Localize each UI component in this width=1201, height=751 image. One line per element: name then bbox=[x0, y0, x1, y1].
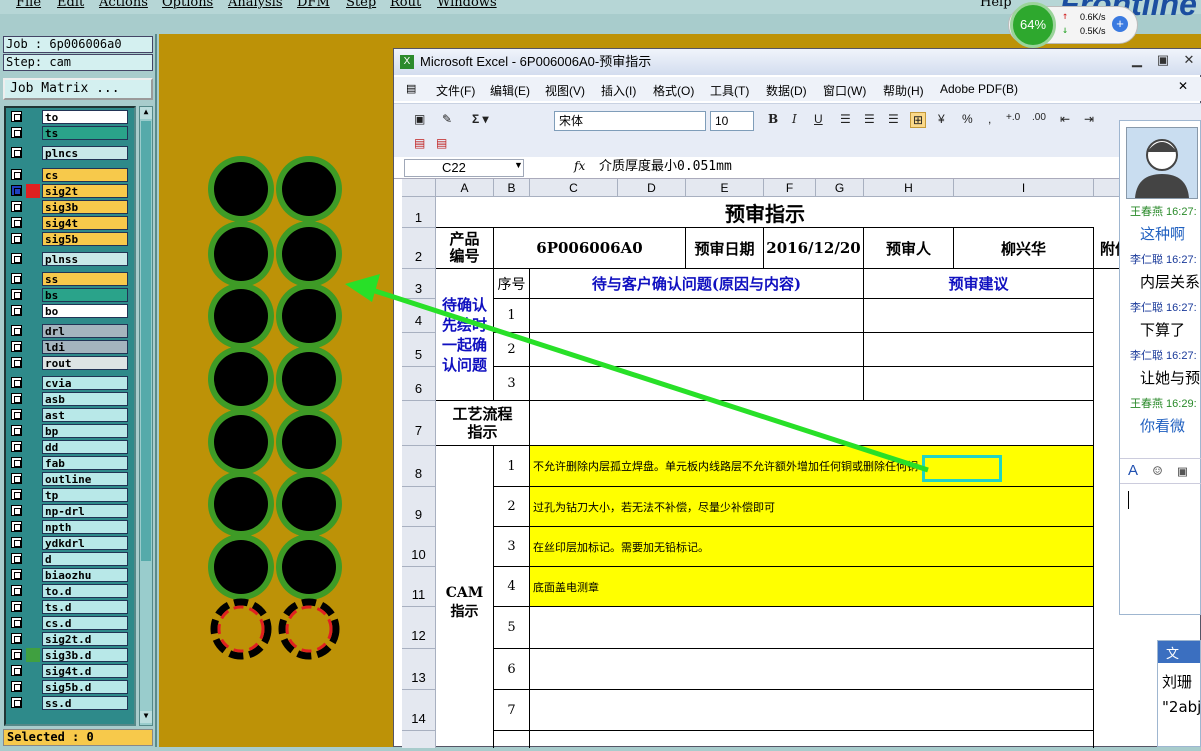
chat-message: 这种啊 bbox=[1140, 225, 1186, 243]
second-chat-window: 文 刘珊 "2abj bbox=[1157, 640, 1201, 747]
font-icon[interactable]: A bbox=[1128, 462, 1138, 479]
chat-input-caret[interactable] bbox=[1128, 491, 1129, 509]
second-chat-line-2: "2abj bbox=[1162, 698, 1201, 716]
image-icon[interactable]: ▣ bbox=[1178, 462, 1187, 480]
upload-arrow-icon: ↑ bbox=[1062, 11, 1069, 22]
emoji-icon[interactable]: ☺ bbox=[1153, 462, 1162, 480]
chat-sender: 李仁聪 16:27: bbox=[1130, 350, 1197, 362]
chat-sender: 王春燕 16:29: bbox=[1130, 398, 1197, 410]
chat-message: 让她与预 bbox=[1140, 369, 1201, 387]
download-arrow-icon: ↓ bbox=[1062, 25, 1069, 36]
chat-panel: 王春燕 16:27: 这种啊 李仁聪 16:27: 内层关系 李仁聪 16:27: 下算了… bbox=[1119, 120, 1201, 615]
chat-toolbar: A ☺ ▣ bbox=[1120, 458, 1201, 484]
annotation-arrow bbox=[345, 274, 929, 473]
second-chat-header: 文 bbox=[1158, 641, 1200, 663]
second-chat-title: 文 bbox=[1166, 647, 1180, 662]
chat-sender: 李仁聪 16:27: bbox=[1130, 302, 1197, 314]
chat-message: 下算了 bbox=[1140, 321, 1186, 339]
plus-icon[interactable]: + bbox=[1112, 16, 1128, 32]
chat-sender: 李仁聪 16:27: bbox=[1130, 254, 1197, 266]
speed-gauge[interactable]: 64% bbox=[1010, 2, 1056, 48]
chat-sender: 王春燕 16:27: bbox=[1130, 206, 1197, 218]
upload-speed: 0.6K/s bbox=[1080, 12, 1106, 22]
second-chat-line-1: 刘珊 bbox=[1162, 673, 1193, 691]
chat-message: 内层关系 bbox=[1140, 273, 1201, 291]
avatar[interactable] bbox=[1126, 127, 1198, 199]
chat-message: 你看微 bbox=[1140, 417, 1186, 435]
user-icon bbox=[1135, 139, 1189, 198]
download-speed: 0.5K/s bbox=[1080, 26, 1106, 36]
